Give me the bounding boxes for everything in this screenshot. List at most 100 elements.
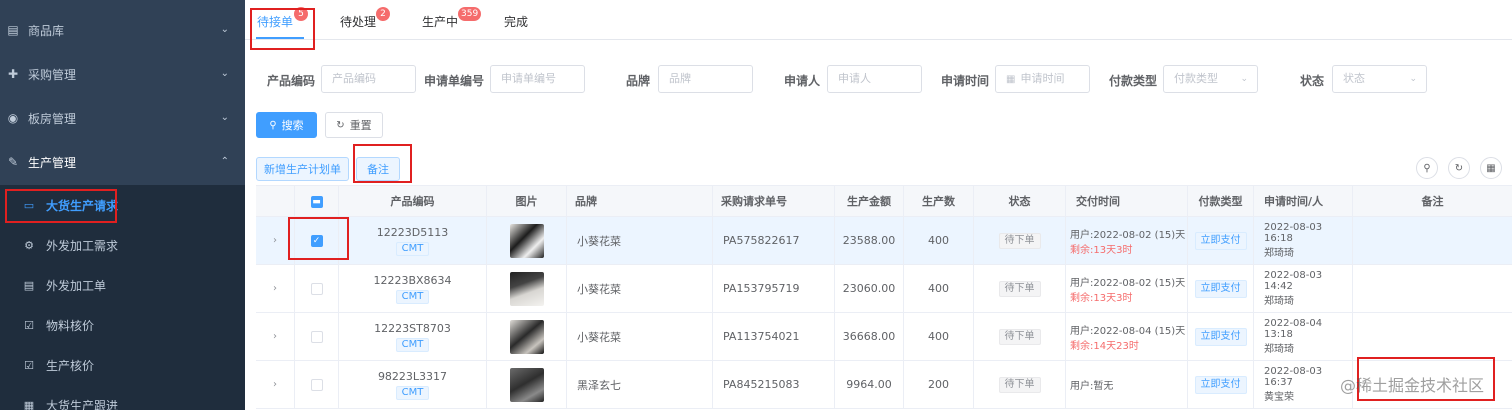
pay-now-tag[interactable]: 立即支付	[1194, 231, 1247, 250]
menu-production[interactable]: ✎ 生产管理 ⌃	[0, 140, 245, 184]
pay-now-tag[interactable]: 立即支付	[1194, 279, 1247, 298]
pay-now-tag[interactable]: 立即支付	[1194, 375, 1247, 394]
request-no-input[interactable]: 申请单编号	[490, 65, 585, 93]
image-cell[interactable]	[487, 361, 567, 408]
apply-time-person-cell: 2022-08-03 16:37 黄宝荣	[1254, 361, 1353, 408]
sidebar: ▤ 商品库 ⌄ ✚ 采购管理 ⌄ ◉ 板房管理 ⌄ ✎ 生产管理 ⌃ ▭ 大货生…	[0, 0, 245, 410]
menu-sample-room[interactable]: ◉ 板房管理 ⌄	[0, 96, 245, 140]
highlight-box	[353, 144, 412, 183]
gear-icon: ⚙	[24, 238, 34, 252]
tab-badge: 2	[376, 7, 390, 21]
filter-label-applicant: 申请人	[784, 74, 821, 88]
delivery-date: 用户:暂无	[1070, 381, 1114, 392]
menu-product-library[interactable]: ▤ 商品库 ⌄	[0, 8, 245, 52]
amount-cell: 23588.00	[835, 217, 904, 264]
row-checkbox[interactable]	[310, 330, 323, 343]
apply-time-picker[interactable]: ▦ 申请时间	[995, 65, 1090, 93]
row-select-cell[interactable]	[295, 361, 339, 408]
table-header: ▬ 产品编码 图片 品牌 采购请求单号 生产金额 生产数 状态 交付时间 付款类…	[256, 185, 1512, 218]
tab-badge: 359	[458, 7, 482, 21]
image-cell[interactable]	[487, 217, 567, 264]
menu-label: 生产管理	[28, 155, 77, 170]
image-cell[interactable]	[487, 265, 567, 312]
row-select-cell[interactable]	[295, 313, 339, 360]
select-all-checkbox[interactable]: ▬	[310, 196, 323, 208]
highlight-box	[5, 189, 117, 223]
sidebar-item-outsource-order[interactable]: ▤ 外发加工单	[0, 265, 245, 305]
new-production-plan-button[interactable]: 新增生产计划单	[256, 157, 349, 181]
menu-label: 商品库	[28, 23, 65, 38]
reset-button[interactable]: ↻ 重置	[325, 112, 383, 138]
row-checkbox[interactable]	[310, 282, 323, 295]
search-icon: ⚲	[1423, 162, 1431, 174]
pay-type-placeholder: 付款类型	[1174, 72, 1218, 85]
quantity-cell: 400	[904, 217, 974, 264]
product-code: 12223BX8634	[373, 273, 452, 287]
chevron-up-icon: ⌃	[220, 156, 229, 167]
sub-label: 外发加工需求	[46, 238, 119, 253]
product-library-icon: ▤	[7, 23, 19, 37]
purchase-icon: ✚	[7, 67, 19, 81]
brand-input[interactable]: 品牌	[658, 65, 753, 93]
refresh-icon: ↻	[1454, 162, 1464, 174]
product-thumbnail[interactable]	[509, 223, 544, 258]
product-code-cell: 98223L3317 CMT	[339, 361, 487, 408]
menu-label: 板房管理	[28, 111, 77, 126]
column-header-pay-type: 付款类型	[1188, 186, 1254, 218]
main-content: 待接单 5 待处理 2 生产中 359 完成 产品编码 产品编码 申请单编号 申…	[245, 0, 1512, 410]
product-thumbnail[interactable]	[509, 367, 544, 402]
table-row[interactable]: › ✓ 12223D5113 CMT 小葵花菜 PA575822617 2358…	[256, 217, 1512, 265]
sidebar-item-outsource-demand[interactable]: ⚙ 外发加工需求	[0, 225, 245, 265]
product-thumbnail[interactable]	[509, 319, 544, 354]
cmt-tag: CMT	[395, 241, 430, 256]
apply-time-person-cell: 2022-08-03 14:42 郑琦琦	[1254, 265, 1353, 312]
applicant-input[interactable]: 申请人	[827, 65, 922, 93]
sidebar-item-production-pricing[interactable]: ☑ 生产核价	[0, 345, 245, 385]
pay-type-select[interactable]: 付款类型 ⌄	[1163, 65, 1258, 93]
tab-in-production[interactable]: 生产中	[422, 13, 458, 30]
tab-pending-process[interactable]: 待处理	[340, 13, 376, 30]
brand-cell: 黑泽玄七	[567, 361, 713, 408]
row-expand-cell[interactable]: ›	[256, 361, 295, 408]
chevron-down-icon: ⌄	[1409, 74, 1417, 84]
pay-type-cell: 立即支付	[1188, 265, 1254, 312]
quantity-cell: 200	[904, 361, 974, 408]
remaining-time: 剩余:13天3时	[1070, 244, 1133, 256]
table-row[interactable]: › 12223ST8703 CMT 小葵花菜 PA113754021 36668…	[256, 313, 1512, 361]
quantity-cell: 400	[904, 265, 974, 312]
table-row[interactable]: › 12223BX8634 CMT 小葵花菜 PA153795719 23060…	[256, 265, 1512, 313]
sub-label: 大货生产跟进	[46, 398, 119, 410]
menu-label: 采购管理	[28, 67, 77, 82]
image-cell[interactable]	[487, 313, 567, 360]
table-search-toggle[interactable]: ⚲	[1416, 157, 1438, 179]
column-header-image: 图片	[487, 186, 567, 218]
search-button[interactable]: ⚲ 搜索	[256, 112, 317, 138]
filter-label-request-no: 申请单编号	[424, 74, 485, 88]
column-header-apply-time-person: 申请时间/人	[1254, 186, 1353, 218]
column-settings-button[interactable]: ▦	[1480, 157, 1502, 179]
tab-completed[interactable]: 完成	[504, 13, 528, 30]
column-header-quantity: 生产数	[904, 186, 974, 218]
sub-label: 物料核价	[46, 318, 95, 333]
menu-purchase[interactable]: ✚ 采购管理 ⌄	[0, 52, 245, 96]
sidebar-item-material-pricing[interactable]: ☑ 物料核价	[0, 305, 245, 345]
status-badge: 待下单	[998, 280, 1041, 297]
product-code-input[interactable]: 产品编码	[321, 65, 416, 93]
document-icon: ▤	[23, 278, 35, 292]
chevron-down-icon: ⌄	[220, 68, 229, 79]
row-checkbox[interactable]	[310, 378, 323, 391]
row-expand-cell[interactable]: ›	[256, 265, 295, 312]
product-code: 12223D5113	[376, 225, 449, 239]
column-header-brand: 品牌	[567, 186, 713, 218]
row-select-cell[interactable]	[295, 265, 339, 312]
table-row[interactable]: › 98223L3317 CMT 黑泽玄七 PA845215083 9964.0…	[256, 361, 1512, 409]
sidebar-item-production-tracking[interactable]: ▦ 大货生产跟进	[0, 385, 245, 410]
table-refresh-button[interactable]: ↻	[1448, 157, 1470, 179]
product-thumbnail[interactable]	[509, 271, 544, 306]
column-header-amount: 生产金额	[835, 186, 904, 218]
delivery-date: 用户:2022-08-02 (15)天	[1070, 277, 1186, 289]
row-expand-cell[interactable]: ›	[256, 313, 295, 360]
pay-now-tag[interactable]: 立即支付	[1194, 327, 1247, 346]
status-select[interactable]: 状态 ⌄	[1332, 65, 1427, 93]
status-cell: 待下单	[974, 361, 1066, 408]
